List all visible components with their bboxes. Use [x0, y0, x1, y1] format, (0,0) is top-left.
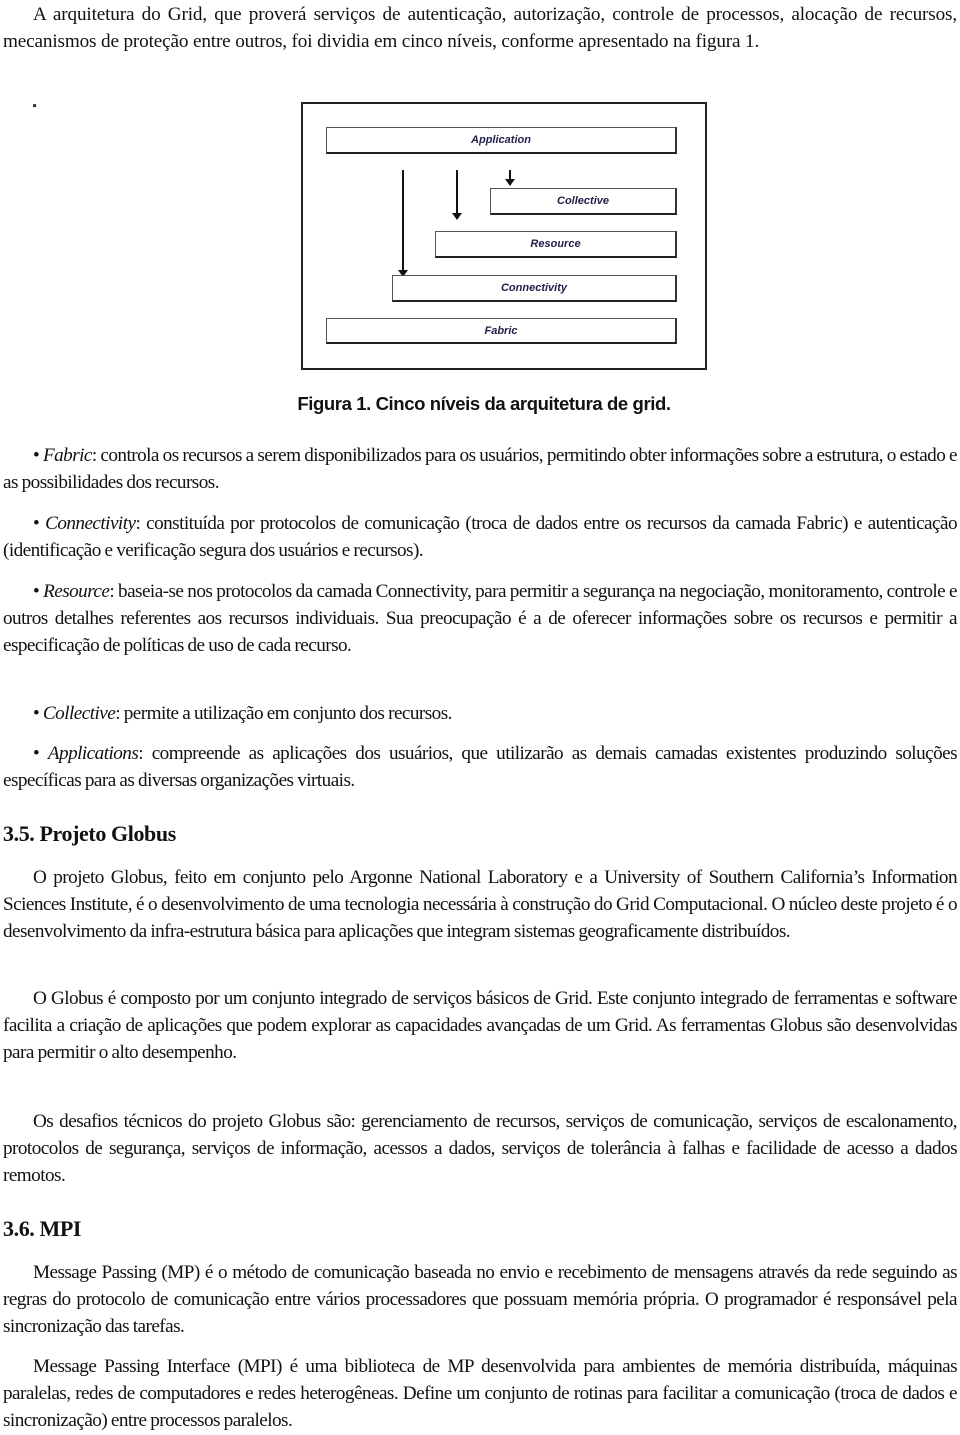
bullet-icon: • — [33, 581, 40, 602]
bullet-connectivity: • Connectivity: constituída por protocol… — [3, 510, 958, 564]
bullet-term: Collective — [42, 703, 116, 724]
arrow-down-icon — [398, 170, 408, 277]
bullet-term: Applications — [47, 743, 139, 764]
bullet-text: : controla os recursos a serem disponibi… — [3, 445, 958, 494]
globus-paragraph-1: O projeto Globus, feito em conjunto pelo… — [3, 867, 958, 943]
arrow-down-icon — [452, 170, 462, 220]
bullet-fabric: • Fabric: controla os recursos a serem d… — [3, 442, 958, 496]
bullet-icon: • — [33, 743, 40, 764]
layer-fabric: Fabric — [326, 318, 677, 344]
bullet-applications: • Applications: compreende as aplicações… — [3, 740, 958, 794]
bullet-icon: • — [33, 703, 40, 724]
mpi-paragraph-1: Message Passing (MP) é o método de comun… — [3, 1262, 958, 1338]
arrow-down-icon — [505, 170, 515, 186]
layer-connectivity: Connectivity — [392, 275, 677, 302]
globus-paragraph-2: O Globus é composto por um conjunto inte… — [3, 988, 958, 1064]
bullet-resource: • Resource: baseia-se nos protocolos da … — [3, 578, 958, 660]
grid-architecture-figure: Application Collective Resource Connecti… — [33, 102, 707, 370]
globus-paragraph-3: Os desafios técnicos do projeto Globus s… — [3, 1111, 958, 1187]
layer-application: Application — [326, 127, 677, 154]
bullet-term: Fabric — [42, 445, 92, 466]
bullet-term: Connectivity — [45, 513, 136, 534]
intro-paragraph: A arquitetura do Grid, que proverá servi… — [3, 4, 957, 53]
mpi-paragraph-2: Message Passing Interface (MPI) é uma bi… — [3, 1356, 958, 1432]
bullet-icon: • — [33, 445, 40, 466]
bullet-term: Resource — [43, 581, 110, 602]
bullet-text: : permite a utilização em conjunto dos r… — [115, 703, 452, 724]
bullet-text: : compreende as aplicações dos usuários,… — [3, 743, 958, 792]
layer-collective: Collective — [490, 188, 677, 215]
figure-caption: Figura 1. Cinco níveis da arquitetura de… — [297, 393, 671, 414]
bullet-text: : constituída por protocolos de comunica… — [3, 513, 958, 562]
bullet-icon: • — [33, 513, 40, 534]
bullet-collective: • Collective: permite a utilização em co… — [3, 700, 957, 727]
section-heading-globus: 3.5. Projeto Globus — [3, 821, 176, 846]
layer-resource: Resource — [435, 231, 677, 258]
bullet-text: : baseia-se nos protocolos da camada Con… — [3, 581, 958, 657]
section-heading-mpi: 3.6. MPI — [3, 1216, 82, 1241]
